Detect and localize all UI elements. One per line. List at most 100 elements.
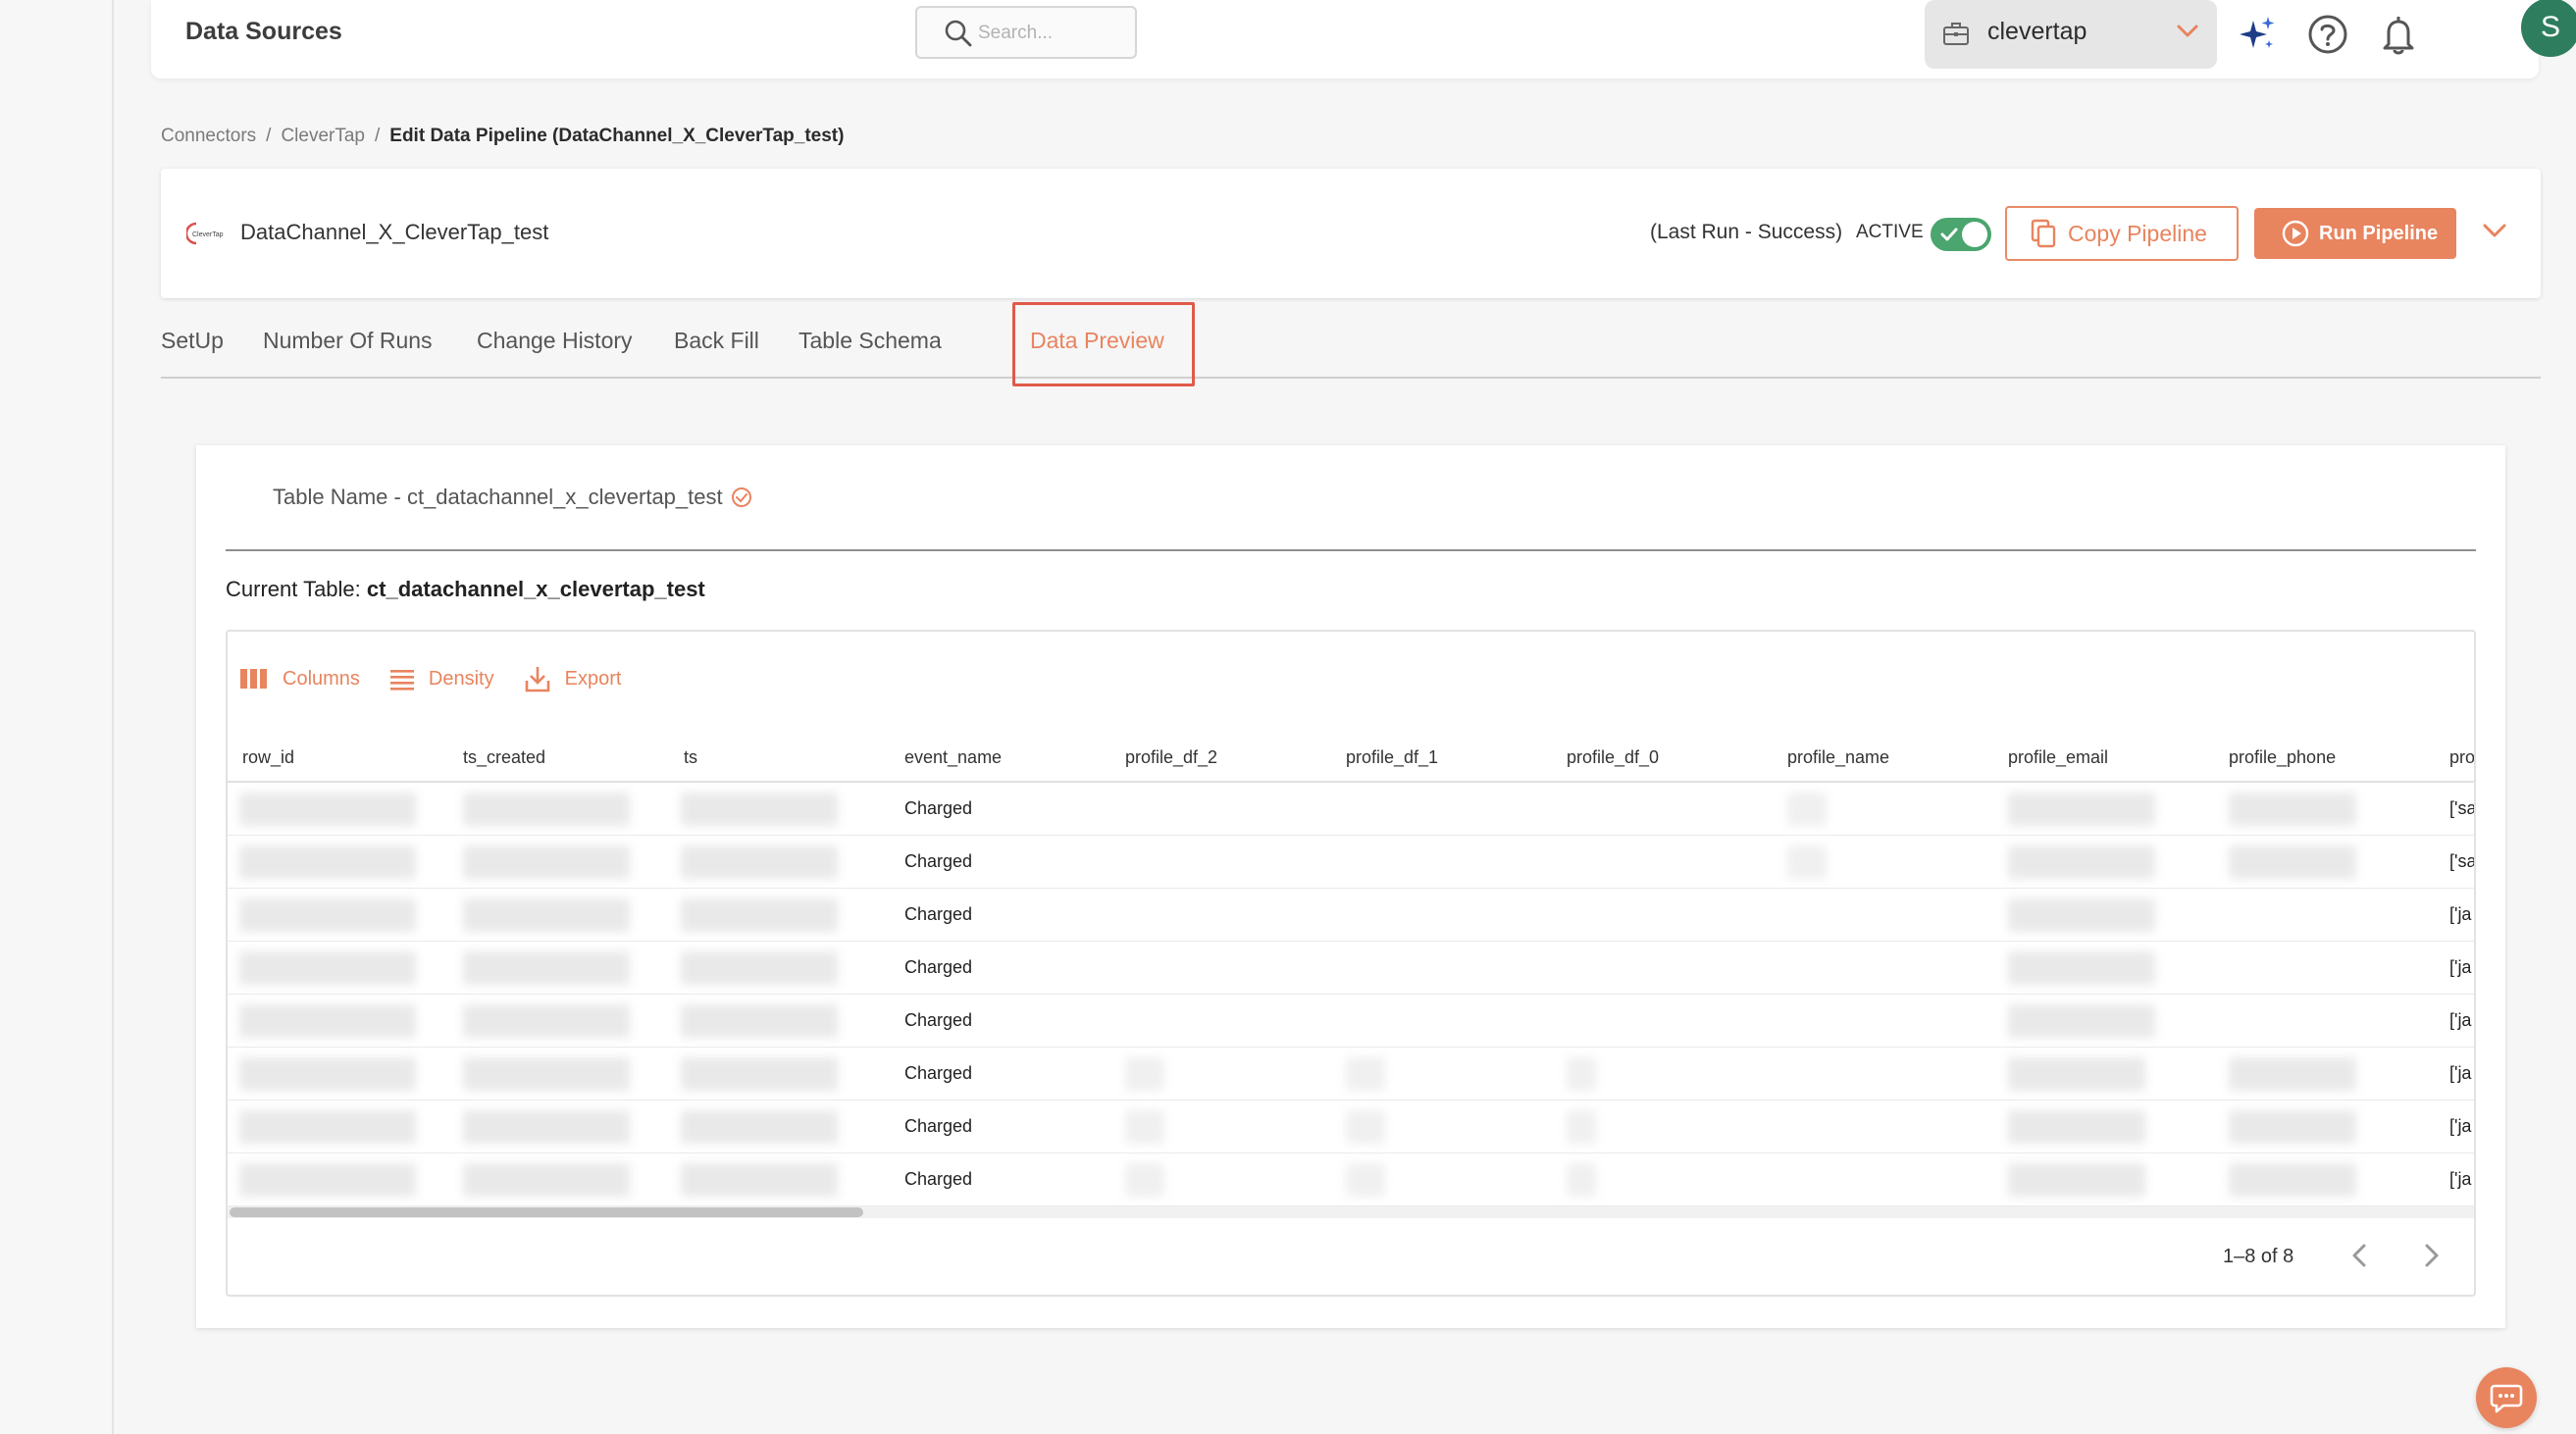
redacted-cell <box>681 793 838 826</box>
redacted-cell <box>1567 1110 1596 1144</box>
redacted-cell <box>239 898 416 932</box>
data-preview-card: Table Name - ct_datachannel_x_clevertap_… <box>196 445 2505 1328</box>
redacted-cell <box>239 1163 416 1197</box>
truncated-cell: ['ja <box>2449 957 2472 977</box>
column-header[interactable]: row_id <box>242 747 294 768</box>
columns-label: Columns <box>283 667 360 690</box>
export-label: Export <box>564 667 622 690</box>
export-button[interactable]: Export <box>524 665 622 692</box>
table-row[interactable]: Charged ['sa <box>228 783 2476 836</box>
run-pipeline-button[interactable]: Run Pipeline <box>2254 208 2456 259</box>
redacted-cell <box>2229 793 2356 826</box>
column-header[interactable]: profile_df_2 <box>1125 747 1217 768</box>
sparkle-ai-button[interactable] <box>2235 12 2280 57</box>
redacted-cell <box>2008 898 2155 932</box>
workspace-selector[interactable]: clevertap <box>1925 0 2217 69</box>
density-button[interactable]: Density <box>389 665 494 692</box>
notifications-button[interactable] <box>2376 12 2421 57</box>
redacted-cell <box>463 1110 630 1144</box>
tab-setup[interactable]: SetUp <box>161 328 224 354</box>
check-icon <box>1940 228 1958 241</box>
table-row[interactable]: Charged ['ja <box>228 1153 2474 1206</box>
table-row[interactable]: Charged ['ja <box>228 1048 2474 1101</box>
redacted-cell <box>1787 845 1827 879</box>
truncated-cell: ['sa <box>2449 798 2476 818</box>
redacted-cell <box>239 1004 416 1038</box>
column-header[interactable]: profile_email <box>2008 747 2108 768</box>
search-input[interactable] <box>978 20 1125 47</box>
column-header[interactable]: profile_df_1 <box>1346 747 1438 768</box>
search-box[interactable] <box>915 6 1137 59</box>
search-icon <box>945 20 972 47</box>
event-name-cell: Charged <box>904 1116 973 1136</box>
column-header[interactable]: ts_created <box>463 747 545 768</box>
redacted-cell <box>2008 1004 2155 1038</box>
columns-button[interactable]: Columns <box>239 665 360 692</box>
clevertap-logo: CleverTap <box>186 222 224 245</box>
pipeline-header-card: CleverTap DataChannel_X_CleverTap_test (… <box>161 169 2541 298</box>
table-row[interactable]: Charged ['sa <box>228 836 2474 889</box>
chat-bubble-icon <box>2490 1384 2523 1413</box>
page-title: Data Sources <box>185 18 342 45</box>
chat-button[interactable] <box>2476 1367 2537 1428</box>
column-header[interactable]: ts <box>684 747 697 768</box>
tab-table-schema[interactable]: Table Schema <box>799 328 942 354</box>
redacted-cell <box>681 845 838 879</box>
column-header-row: row_id ts_created ts event_name profile_… <box>228 734 2474 783</box>
table-name-label: Table Name - ct_datachannel_x_clevertap_… <box>273 485 723 509</box>
redacted-cell <box>463 1004 630 1038</box>
redacted-cell <box>239 951 416 985</box>
column-header[interactable]: event_name <box>904 747 1002 768</box>
redacted-cell <box>1125 1110 1164 1144</box>
left-sidebar <box>0 0 114 1434</box>
redacted-cell <box>2229 1057 2356 1091</box>
redacted-cell <box>681 1163 838 1197</box>
redacted-cell <box>463 951 630 985</box>
main-area: Data Sources clevertap <box>114 0 2576 1434</box>
redacted-cell <box>681 1110 838 1144</box>
event-name-cell: Charged <box>904 798 973 818</box>
last-run-status: (Last Run - Success) <box>1650 221 1843 243</box>
table-row[interactable]: Charged ['ja <box>228 889 2474 942</box>
redacted-cell <box>1346 1057 1385 1091</box>
horizontal-scrollbar[interactable] <box>228 1206 2474 1218</box>
data-grid: Columns Density Export row_id ts_created… <box>226 630 2476 1297</box>
tab-change-history[interactable]: Change History <box>477 328 633 354</box>
event-name-cell: Charged <box>904 1063 973 1083</box>
tab-back-fill[interactable]: Back Fill <box>674 328 759 354</box>
chevron-right-icon[interactable] <box>2417 1240 2445 1271</box>
help-button[interactable] <box>2305 12 2350 57</box>
chevron-left-icon[interactable] <box>2346 1240 2374 1271</box>
current-table-row: Current Table: ct_datachannel_x_cleverta… <box>226 577 705 602</box>
grid-toolbar: Columns Density Export <box>239 665 621 692</box>
truncated-cell: ['ja <box>2449 1169 2472 1189</box>
table-row[interactable]: Charged ['ja <box>228 942 2474 995</box>
tab-number-of-runs[interactable]: Number Of Runs <box>263 328 433 354</box>
tab-highlight-box <box>1012 302 1195 386</box>
column-header[interactable]: pro <box>2449 747 2474 768</box>
breadcrumb-connectors[interactable]: Connectors <box>161 126 256 146</box>
breadcrumb-clevertap[interactable]: CleverTap <box>281 126 365 146</box>
current-table-label: Current Table: <box>226 577 361 601</box>
user-avatar[interactable]: S <box>2521 0 2576 57</box>
scrollbar-thumb[interactable] <box>230 1207 863 1217</box>
redacted-cell <box>1567 1057 1596 1091</box>
pagination-text: 1–8 of 8 <box>2223 1246 2294 1267</box>
copy-pipeline-button[interactable]: Copy Pipeline <box>2005 206 2239 261</box>
table-row[interactable]: Charged ['ja <box>228 995 2474 1048</box>
density-label: Density <box>428 667 494 690</box>
column-header[interactable]: profile_phone <box>2229 747 2336 768</box>
download-icon <box>525 667 549 692</box>
density-icon <box>389 670 414 691</box>
expand-chevron-icon[interactable] <box>2482 222 2507 239</box>
event-name-cell: Charged <box>904 904 973 924</box>
redacted-cell <box>681 898 838 932</box>
column-header[interactable]: profile_df_0 <box>1567 747 1659 768</box>
table-row[interactable]: Charged ['ja <box>228 1101 2474 1153</box>
event-name-cell: Charged <box>904 957 973 977</box>
current-table-value: ct_datachannel_x_clevertap_test <box>366 577 705 601</box>
column-header[interactable]: profile_name <box>1787 747 1889 768</box>
redacted-cell <box>2008 793 2155 826</box>
active-toggle[interactable] <box>1931 218 1991 251</box>
pipeline-tabs: SetUp Number Of Runs Change History Back… <box>161 300 2541 386</box>
